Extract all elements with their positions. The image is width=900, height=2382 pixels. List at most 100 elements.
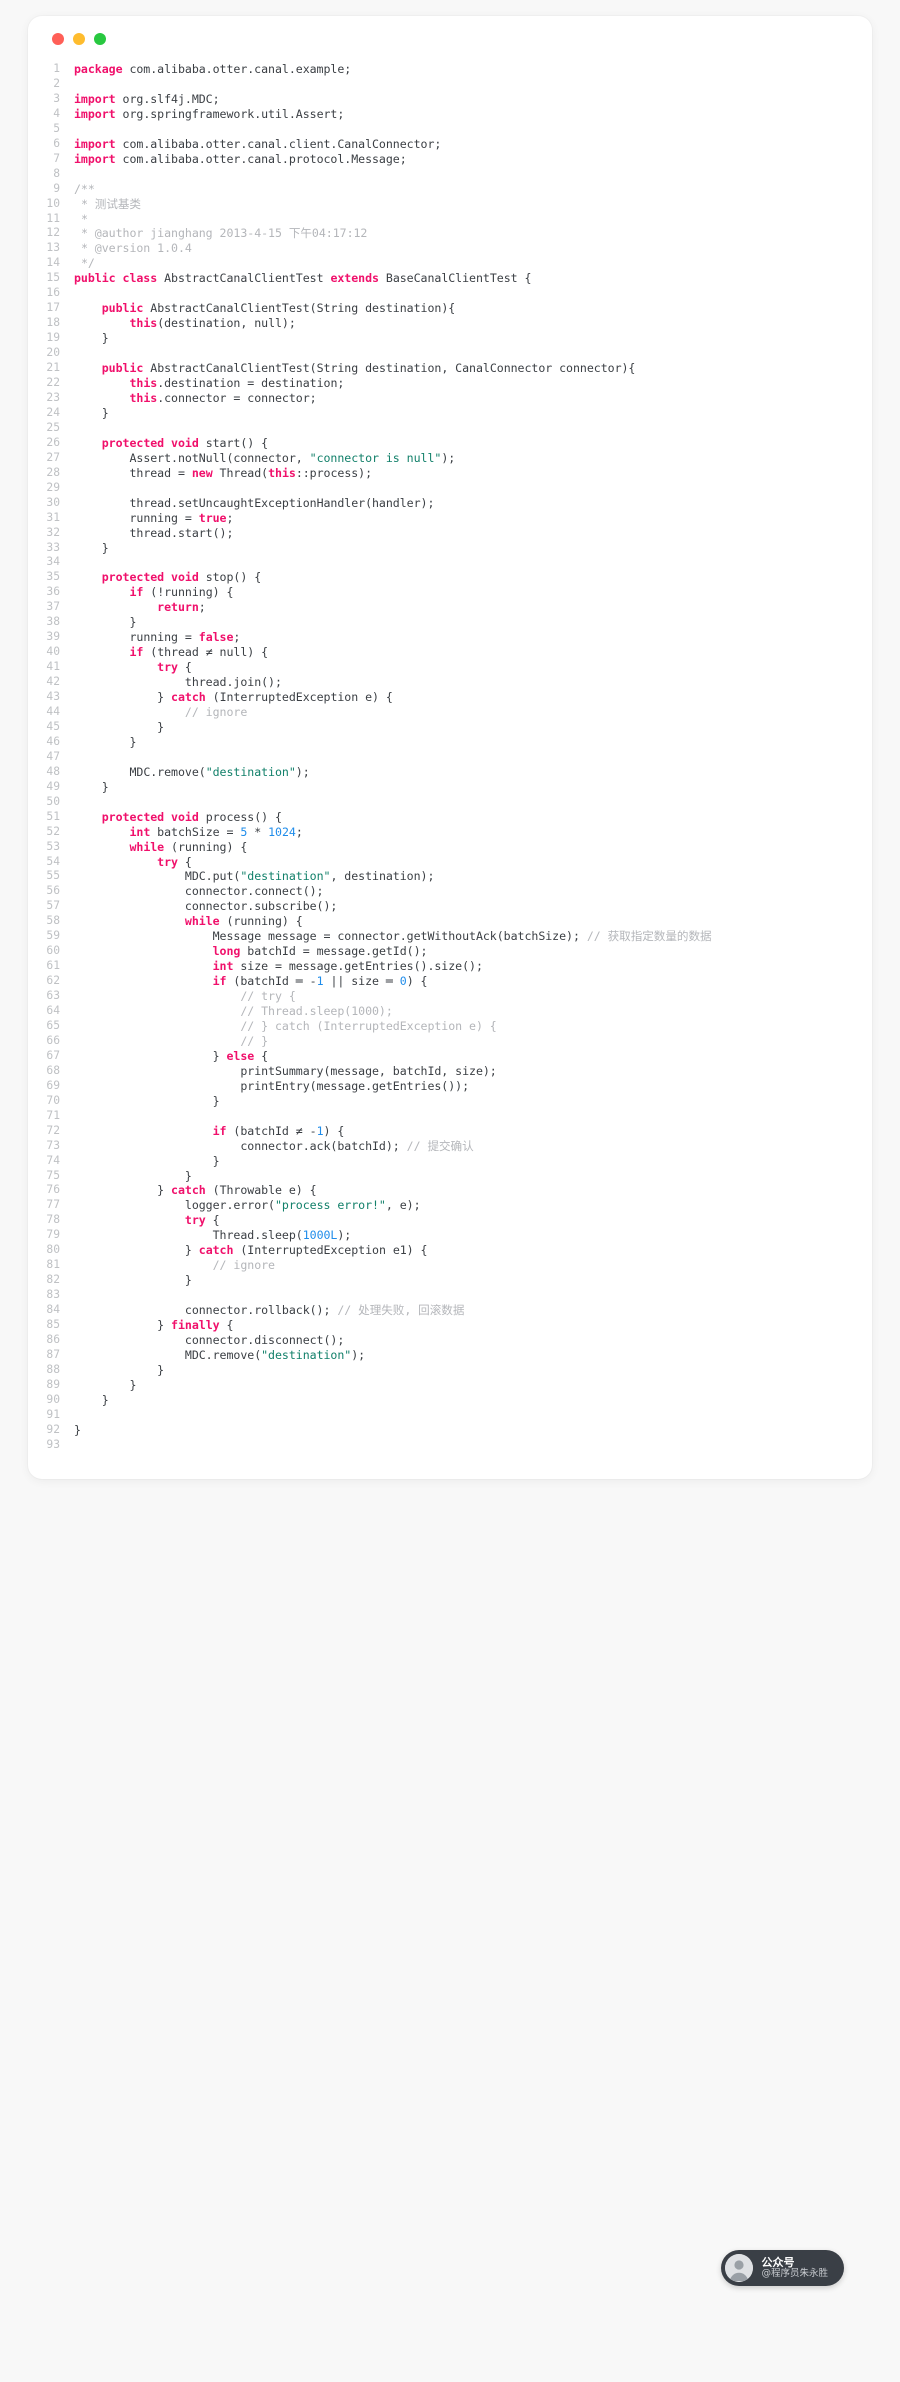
token-pln: logger.error( (74, 1198, 275, 1213)
token-pln: batchSize = (150, 824, 241, 839)
token-pln: { (177, 854, 192, 869)
token-cmt: // ignore (184, 704, 248, 719)
line-content: * @version 1.0.4 (74, 241, 846, 256)
line-number: 69 (46, 1078, 60, 1092)
token-kw: try (184, 1213, 206, 1228)
line-content (74, 555, 846, 570)
line-number: 71 (46, 1108, 60, 1122)
token-pln: (destination, null); (157, 316, 296, 331)
line-number: 40 (46, 645, 60, 659)
line-content: package com.alibaba.otter.canal.example; (74, 62, 846, 77)
line-number: 16 (46, 286, 60, 300)
line-number: 25 (46, 420, 60, 434)
line-content: try { (74, 1213, 846, 1228)
code-line: 10 * 测试基类 (28, 197, 846, 212)
line-content: } (74, 720, 846, 735)
line-content: running = true; (74, 511, 846, 526)
token-pln: } (74, 1273, 192, 1288)
token-pln: } (74, 1168, 192, 1183)
line-number: 49 (46, 779, 60, 793)
code-line: 55 MDC.put("destination", destination); (28, 869, 846, 884)
code-line: 26 protected void start() { (28, 436, 846, 451)
token-pln: AbstractCanalClientTest (157, 271, 331, 286)
line-number: 66 (46, 1033, 60, 1047)
code-line: 13 * @version 1.0.4 (28, 241, 846, 256)
token-cmt: // 提交确认 (406, 1138, 474, 1153)
token-pln (74, 974, 213, 988)
line-content: * (74, 212, 846, 227)
line-number: 55 (46, 869, 60, 883)
line-number: 70 (46, 1093, 60, 1107)
token-pln: (running) { (164, 839, 248, 854)
token-pln (74, 645, 129, 659)
line-number: 35 (46, 570, 60, 584)
line-content: logger.error("process error!", e); (74, 1198, 846, 1213)
line-number: 68 (46, 1063, 60, 1077)
code-line: 83 (28, 1288, 846, 1303)
line-content (74, 795, 846, 810)
line-content: } catch (InterruptedException e1) { (74, 1243, 846, 1258)
close-dot[interactable] (52, 33, 64, 45)
line-content: * 测试基类 (74, 197, 846, 212)
line-number: 17 (46, 301, 60, 315)
token-kw: if (129, 645, 144, 660)
code-line: 72 if (batchId ≠ -1) { (28, 1124, 846, 1139)
line-number: 79 (46, 1228, 60, 1242)
code-line: 66 // } (28, 1034, 846, 1049)
line-number: 88 (46, 1362, 60, 1376)
code-line: 92} (28, 1423, 846, 1438)
token-pln: com.alibaba.otter.canal.example; (122, 62, 352, 76)
line-content (74, 122, 846, 137)
line-number: 13 (46, 241, 60, 255)
token-pln: thread.join(); (74, 675, 282, 690)
token-pln: { (219, 1318, 234, 1333)
line-content: } (74, 1169, 846, 1184)
line-content: * @author jianghang 2013-4-15 下午04:17:12 (74, 226, 846, 241)
minimize-dot[interactable] (73, 33, 85, 45)
token-pln: } (74, 615, 137, 630)
token-kw: catch (171, 690, 206, 705)
line-number: 80 (46, 1243, 60, 1257)
line-content: import org.slf4j.MDC; (74, 92, 846, 107)
line-number: 6 (53, 136, 60, 150)
code-line: 78 try { (28, 1213, 846, 1228)
line-number: 84 (46, 1303, 60, 1317)
code-line: 88 } (28, 1363, 846, 1378)
token-cmt: * 测试基类 (74, 196, 141, 211)
line-content: // ignore (74, 705, 846, 720)
code-line: 81 // ignore (28, 1258, 846, 1273)
line-number: 42 (46, 675, 60, 689)
line-content: /** (74, 182, 846, 197)
token-pln: batchId = message.getId(); (240, 944, 428, 959)
maximize-dot[interactable] (94, 33, 106, 45)
code-line: 4 import org.springframework.util.Assert; (28, 107, 846, 122)
line-content: protected void start() { (74, 436, 846, 451)
token-pln (74, 585, 129, 599)
line-number: 44 (46, 704, 60, 718)
token-pln: { (205, 1213, 220, 1228)
line-content: */ (74, 256, 846, 271)
line-content: } (74, 1423, 846, 1438)
line-number: 67 (46, 1048, 60, 1062)
token-pln: } (74, 1183, 172, 1198)
token-pln: com.alibaba.otter.canal.client.CanalConn… (115, 136, 442, 151)
token-pln (74, 361, 102, 375)
line-number: 9 (53, 181, 60, 195)
line-content: connector.ack(batchId); // 提交确认 (74, 1139, 846, 1154)
token-kw: false (198, 630, 234, 645)
token-kw: public (101, 301, 144, 316)
token-kw: protected void (101, 570, 199, 585)
line-number: 24 (46, 405, 60, 419)
token-pln (74, 1124, 213, 1138)
token-pln (74, 570, 102, 584)
line-content: // ignore (74, 1258, 846, 1273)
token-pln: Thread.sleep( (74, 1228, 303, 1243)
line-number: 93 (46, 1437, 60, 1451)
line-content: thread.join(); (74, 675, 846, 690)
token-kw: finally (171, 1318, 220, 1333)
token-pln (74, 989, 240, 1003)
line-number: 87 (46, 1347, 60, 1361)
code-line: 8 (28, 167, 846, 182)
author-badge[interactable]: 公众号 @程序员朱永胜 (721, 2250, 844, 2286)
line-content: thread.start(); (74, 526, 846, 541)
